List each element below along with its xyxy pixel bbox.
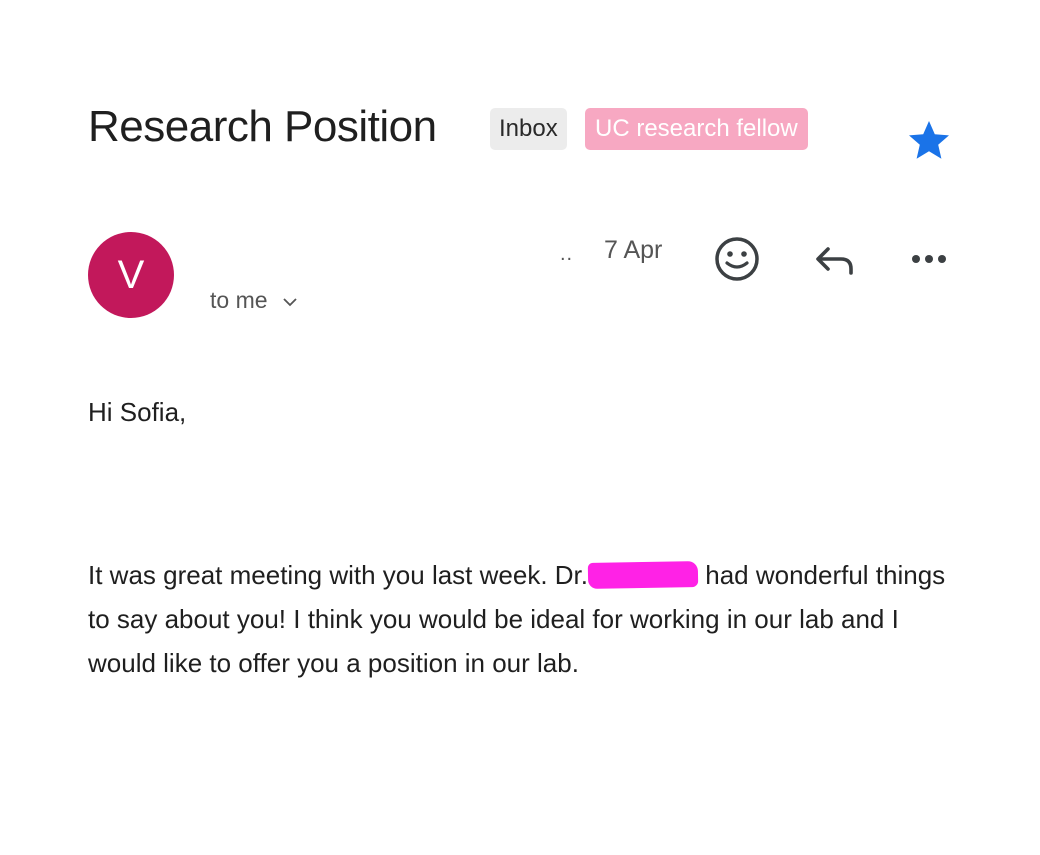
- redacted-name: [587, 561, 699, 589]
- body-text-before: It was great meeting with you last week.…: [88, 560, 588, 590]
- recipient-label: to me: [210, 287, 268, 313]
- truncation-ellipsis: ..: [560, 243, 574, 265]
- more-horizontal-icon[interactable]: [904, 236, 954, 286]
- chevron-down-icon: [283, 298, 297, 307]
- email-date: 7 Apr: [604, 236, 663, 264]
- email-greeting: Hi Sofia,: [88, 397, 187, 427]
- recipient-toggle[interactable]: to me: [210, 287, 298, 314]
- sender-avatar[interactable]: V: [88, 232, 174, 318]
- sender-name-redacted[interactable]: [212, 234, 292, 248]
- email-body-paragraph: It was great meeting with you last week.…: [88, 553, 958, 685]
- label-inbox[interactable]: Inbox: [490, 108, 567, 150]
- smiley-icon[interactable]: [712, 234, 762, 284]
- reply-icon[interactable]: [809, 236, 859, 286]
- email-subject: Research Position: [88, 102, 437, 151]
- subject-row: Research Position Inbox UC research fell…: [88, 98, 1000, 162]
- star-icon[interactable]: [905, 116, 953, 164]
- label-uc-research-fellow[interactable]: UC research fellow: [585, 108, 808, 150]
